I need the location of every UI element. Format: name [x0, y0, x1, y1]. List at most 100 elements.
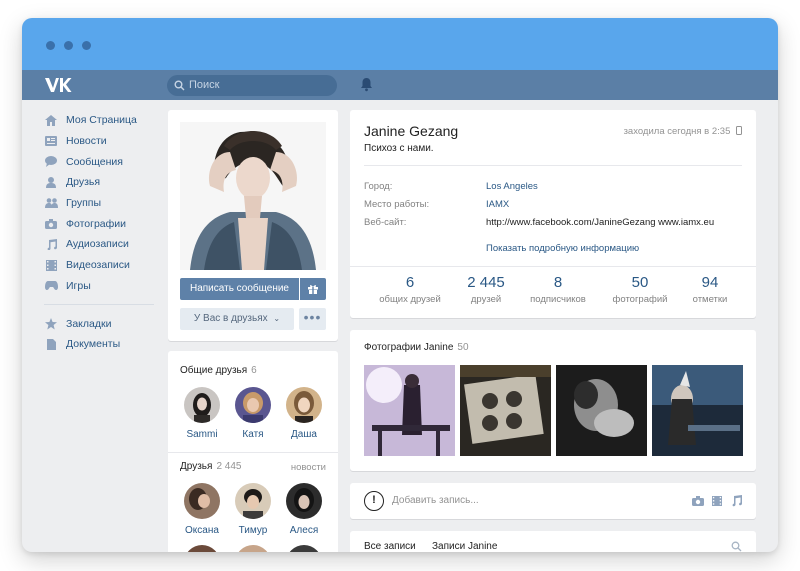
video-icon[interactable] [712, 496, 722, 506]
wall-card: Все записи Записи Janine [350, 531, 756, 552]
my-avatar: ! [364, 491, 384, 511]
menu-label: Сообщения [66, 155, 123, 168]
menu-label: Новости [66, 135, 107, 148]
photos-card: Фотографии Janine 50 [350, 330, 756, 471]
window-close-button[interactable] [46, 41, 55, 50]
photo-thumbnail[interactable] [364, 365, 455, 456]
friend-item[interactable] [177, 545, 227, 552]
friend-item[interactable]: Оксана [177, 483, 227, 536]
video-icon [44, 259, 58, 271]
photo-thumbnail[interactable] [460, 365, 551, 456]
profile-status[interactable]: Психоз с нами. [364, 143, 434, 154]
stat-value: 94 [701, 274, 719, 291]
tab-all-posts[interactable]: Все записи [364, 541, 416, 552]
menu-label: Закладки [66, 317, 112, 330]
avatar [235, 387, 271, 423]
main-content: Моя Страница Новости Сообщения Друзья Гр… [22, 100, 778, 552]
common-friends-header[interactable]: Общие друзья 6 [180, 365, 257, 376]
last-seen-text: заходила сегодня в 2:35 [623, 126, 731, 137]
show-more-info-link[interactable]: Показать подробную информацию [486, 243, 639, 254]
menu-item-friends[interactable]: Друзья [44, 172, 164, 193]
music-icon [44, 238, 58, 250]
friend-name: Даша [291, 429, 317, 440]
stat-tags[interactable]: 94 отметки [670, 274, 750, 305]
mobile-icon [736, 126, 742, 135]
chevron-down-icon: ⌄ [273, 314, 281, 323]
friend-item[interactable]: Даша [279, 387, 329, 440]
photo-thumbnail[interactable] [652, 365, 743, 456]
avatar [286, 387, 322, 423]
news-icon [44, 135, 58, 147]
divider [350, 266, 756, 267]
profile-info-card: Janine Gezang Психоз с нами. заходила се… [350, 110, 756, 318]
photos-title: Фотографии Janine [364, 342, 454, 353]
star-icon [44, 317, 58, 330]
menu-item-news[interactable]: Новости [44, 131, 164, 152]
camera-icon [44, 218, 58, 230]
bell-icon[interactable] [360, 77, 373, 92]
send-message-button[interactable]: Написать сообщение [180, 278, 299, 300]
browser-window: Поиск Моя Страница Новости Сообщения Дру… [22, 18, 778, 552]
stat-friends[interactable]: 2 445 друзей [446, 274, 526, 305]
friend-item[interactable] [228, 545, 278, 552]
field-value-work[interactable]: IAMX [486, 199, 509, 210]
gift-button[interactable] [300, 278, 326, 300]
field-value-website[interactable]: http://www.facebook.com/JanineGezang www… [486, 217, 714, 228]
stat-label: общих друзей [379, 294, 441, 305]
profile-photo[interactable] [180, 122, 326, 270]
post-input[interactable]: Добавить запись... [392, 495, 479, 506]
divider [168, 452, 338, 453]
common-friends-count: 6 [251, 365, 257, 376]
gamepad-icon [44, 280, 58, 292]
menu-item-video[interactable]: Видеозаписи [44, 255, 164, 276]
vk-logo-icon[interactable] [44, 76, 72, 94]
menu-item-documents[interactable]: Документы [44, 334, 164, 355]
menu-item-messages[interactable]: Сообщения [44, 151, 164, 172]
music-icon[interactable] [731, 495, 742, 507]
search-icon[interactable] [731, 541, 742, 552]
menu-item-games[interactable]: Игры [44, 276, 164, 297]
more-actions-button[interactable]: ••• [299, 308, 326, 330]
stat-value: 2 445 [467, 274, 505, 291]
profile-photo-card: Написать сообщение У Вас в друзьях ⌄ ••• [168, 110, 338, 341]
camera-icon[interactable] [692, 496, 704, 506]
window-minimize-button[interactable] [64, 41, 73, 50]
friend-item[interactable]: Катя [228, 387, 278, 440]
stat-common-friends[interactable]: 6 общих друзей [370, 274, 450, 305]
tab-own-posts[interactable]: Записи Janine [432, 541, 497, 552]
field-value-city[interactable]: Los Angeles [486, 181, 538, 192]
menu-item-audio[interactable]: Аудиозаписи [44, 234, 164, 255]
friend-item[interactable]: Тимур [228, 483, 278, 536]
profile-name: Janine Gezang [364, 123, 459, 139]
stat-label: подписчиков [530, 294, 586, 305]
menu-item-photos[interactable]: Фотографии [44, 213, 164, 234]
friend-item[interactable]: Алеся [279, 483, 329, 536]
menu-item-my-page[interactable]: Моя Страница [44, 110, 164, 131]
menu-separator [44, 304, 154, 306]
friend-item[interactable] [279, 545, 329, 552]
photos-header[interactable]: Фотографии Janine 50 [364, 342, 469, 353]
photo-thumbnail[interactable] [556, 365, 647, 456]
friend-status-dropdown[interactable]: У Вас в друзьях ⌄ [180, 308, 294, 330]
friends-news-link[interactable]: новости [291, 462, 326, 473]
menu-item-groups[interactable]: Группы [44, 193, 164, 214]
menu-label: Видеозаписи [66, 259, 130, 272]
divider [364, 165, 742, 166]
stat-photos[interactable]: 50 фотографий [600, 274, 680, 305]
friends-header[interactable]: Друзья 2 445 [180, 461, 241, 472]
menu-label: Моя Страница [66, 114, 137, 127]
friend-item[interactable]: Sammi [177, 387, 227, 440]
friend-name: Тимур [238, 525, 268, 536]
field-label-work: Место работы: [364, 199, 430, 210]
stat-followers[interactable]: 8 подписчиков [518, 274, 598, 305]
field-label-website: Веб-сайт: [364, 217, 407, 228]
search-icon [174, 80, 185, 91]
menu-label: Документы [66, 338, 121, 351]
menu-item-bookmarks[interactable]: Закладки [44, 313, 164, 334]
stat-label: отметки [692, 294, 728, 305]
window-zoom-button[interactable] [82, 41, 91, 50]
search-input[interactable]: Поиск [167, 75, 337, 96]
left-menu: Моя Страница Новости Сообщения Друзья Гр… [44, 110, 164, 355]
menu-label: Игры [66, 279, 91, 292]
title-bar [22, 18, 778, 70]
